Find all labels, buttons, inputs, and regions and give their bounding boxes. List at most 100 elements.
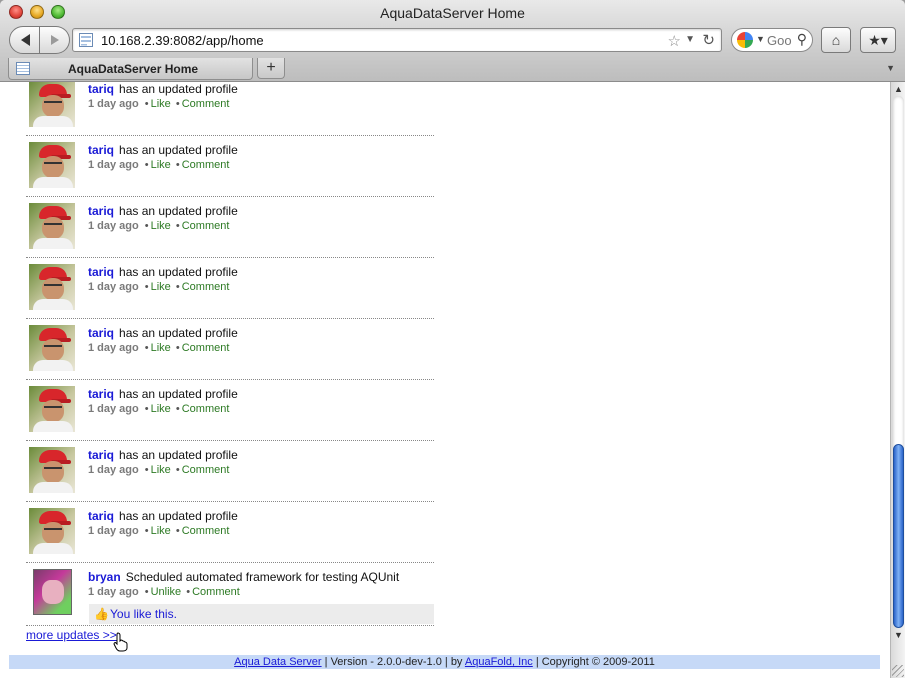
timestamp: 1 day ago [88,464,139,476]
avatar[interactable] [29,508,75,554]
bullet: • [144,525,149,537]
update-text: has an updated profile [119,82,238,96]
feed-item-body: tariq has an updated profile 1 day ago • Lik… [88,387,238,415]
version-text: | Version - 2.0.0-dev-1.0 | by [321,656,465,668]
vertical-scrollbar[interactable]: ▲ ▼ [890,82,905,678]
product-link[interactable]: Aqua Data Server [234,656,321,668]
user-link[interactable]: tariq [88,387,114,401]
star-icon[interactable]: ☆ [668,32,681,50]
like-box: 👍 You like this. [89,604,434,624]
like-text[interactable]: You like this. [110,607,177,621]
bullet: • [186,586,191,598]
timestamp: 1 day ago [88,342,139,354]
scroll-down-arrow-icon[interactable]: ▼ [894,630,903,640]
comment-link[interactable]: Comment [182,159,230,171]
like-link[interactable]: Like [151,342,171,354]
search-engine-dropdown-icon[interactable]: ▼ [756,34,765,44]
scroll-track[interactable] [893,96,904,628]
scroll-up-arrow-icon[interactable]: ▲ [894,84,903,94]
reload-icon[interactable]: ↻ [702,31,715,49]
new-tab-button[interactable]: + [257,58,285,79]
avatar[interactable] [29,447,75,493]
bullet: • [144,220,149,232]
comment-link[interactable]: Comment [192,586,240,598]
user-link[interactable]: bryan [88,570,121,584]
page-footer: Aqua Data Server | Version - 2.0.0-dev-1… [9,655,880,669]
like-link[interactable]: Like [151,98,171,110]
bullet: • [175,220,180,232]
browser-window: AquaDataServer Home 10.168.2.39:8082/app… [0,0,905,678]
like-link[interactable]: Like [151,525,171,537]
resize-grip[interactable] [892,665,904,677]
timestamp: 1 day ago [88,403,139,415]
timestamp: 1 day ago [88,281,139,293]
page-viewport: tariq has an updated profile 1 day ago • Lik… [0,82,890,678]
user-link[interactable]: tariq [88,82,114,96]
bullet: • [175,342,180,354]
user-link[interactable]: tariq [88,509,114,523]
bookmarks-icon: ★▾ [868,31,888,48]
timestamp: 1 day ago [88,98,139,110]
tab-list-dropdown-icon[interactable]: ▼ [886,63,895,73]
comment-link[interactable]: Comment [182,342,230,354]
comment-link[interactable]: Comment [182,464,230,476]
avatar[interactable] [29,142,75,188]
bullet: • [144,281,149,293]
like-link[interactable]: Like [151,220,171,232]
bullet: • [175,525,180,537]
user-link[interactable]: tariq [88,326,114,340]
copyright-text: | Copyright © 2009-2011 [532,656,655,668]
feed-item-body: tariq has an updated profile 1 day ago • Lik… [88,204,238,232]
comment-link[interactable]: Comment [182,403,230,415]
bookmarks-button[interactable]: ★▾ [860,27,896,53]
url-text: 10.168.2.39:8082/app/home [101,33,264,48]
avatar[interactable] [33,569,72,615]
avatar[interactable] [29,203,75,249]
feed-item-body: tariq has an updated profile 1 day ago • Lik… [88,509,238,537]
user-link[interactable]: tariq [88,143,114,157]
user-link[interactable]: tariq [88,265,114,279]
bullet: • [175,281,180,293]
comment-link[interactable]: Comment [182,220,230,232]
like-link[interactable]: Like [151,464,171,476]
user-link[interactable]: tariq [88,204,114,218]
bullet: • [144,464,149,476]
avatar[interactable] [29,82,75,127]
bullet: • [175,98,180,110]
avatar[interactable] [29,325,75,371]
back-button[interactable] [9,26,40,54]
feed-item: tariq has an updated profile 1 day ago • Lik… [26,136,434,197]
url-dropdown-icon[interactable]: ▼ [685,34,695,45]
forward-button[interactable] [40,26,70,54]
feed-item-body: tariq has an updated profile 1 day ago • Lik… [88,143,238,171]
tab-bar: AquaDataServer Home + ▼ [0,58,905,82]
user-link[interactable]: tariq [88,448,114,462]
comment-link[interactable]: Comment [182,281,230,293]
scroll-thumb[interactable] [893,444,904,628]
address-bar[interactable]: 10.168.2.39:8082/app/home ☆ ▼ ↻ [72,28,722,52]
timestamp: 1 day ago [88,525,139,537]
forward-arrow-icon [50,35,59,45]
feed-item-body: tariq has an updated profile 1 day ago • Lik… [88,326,238,354]
like-link[interactable]: Like [151,403,171,415]
like-link[interactable]: Like [151,281,171,293]
feed-item: tariq has an updated profile 1 day ago • Lik… [26,502,434,563]
tab-aquadataserver-home[interactable]: AquaDataServer Home [8,58,253,80]
update-text: has an updated profile [119,509,238,523]
nav-buttons [9,26,70,54]
avatar[interactable] [29,386,75,432]
feed-item-body: tariq has an updated profile 1 day ago • Lik… [88,82,238,110]
like-link[interactable]: Like [151,159,171,171]
home-button[interactable]: ⌂ [821,27,851,53]
more-updates-link[interactable]: more updates >> [26,628,117,642]
magnifier-icon[interactable]: ⚲ [797,31,807,48]
unlike-link[interactable]: Unlike [151,586,182,598]
search-field[interactable]: ▼ Goo ⚲ [731,28,813,52]
company-link[interactable]: AquaFold, Inc [465,656,533,668]
google-icon [737,32,753,48]
comment-link[interactable]: Comment [182,98,230,110]
feed-item-body: tariq has an updated profile 1 day ago • Lik… [88,448,238,476]
avatar[interactable] [29,264,75,310]
comment-link[interactable]: Comment [182,525,230,537]
feed-item: tariq has an updated profile 1 day ago • Lik… [26,441,434,502]
